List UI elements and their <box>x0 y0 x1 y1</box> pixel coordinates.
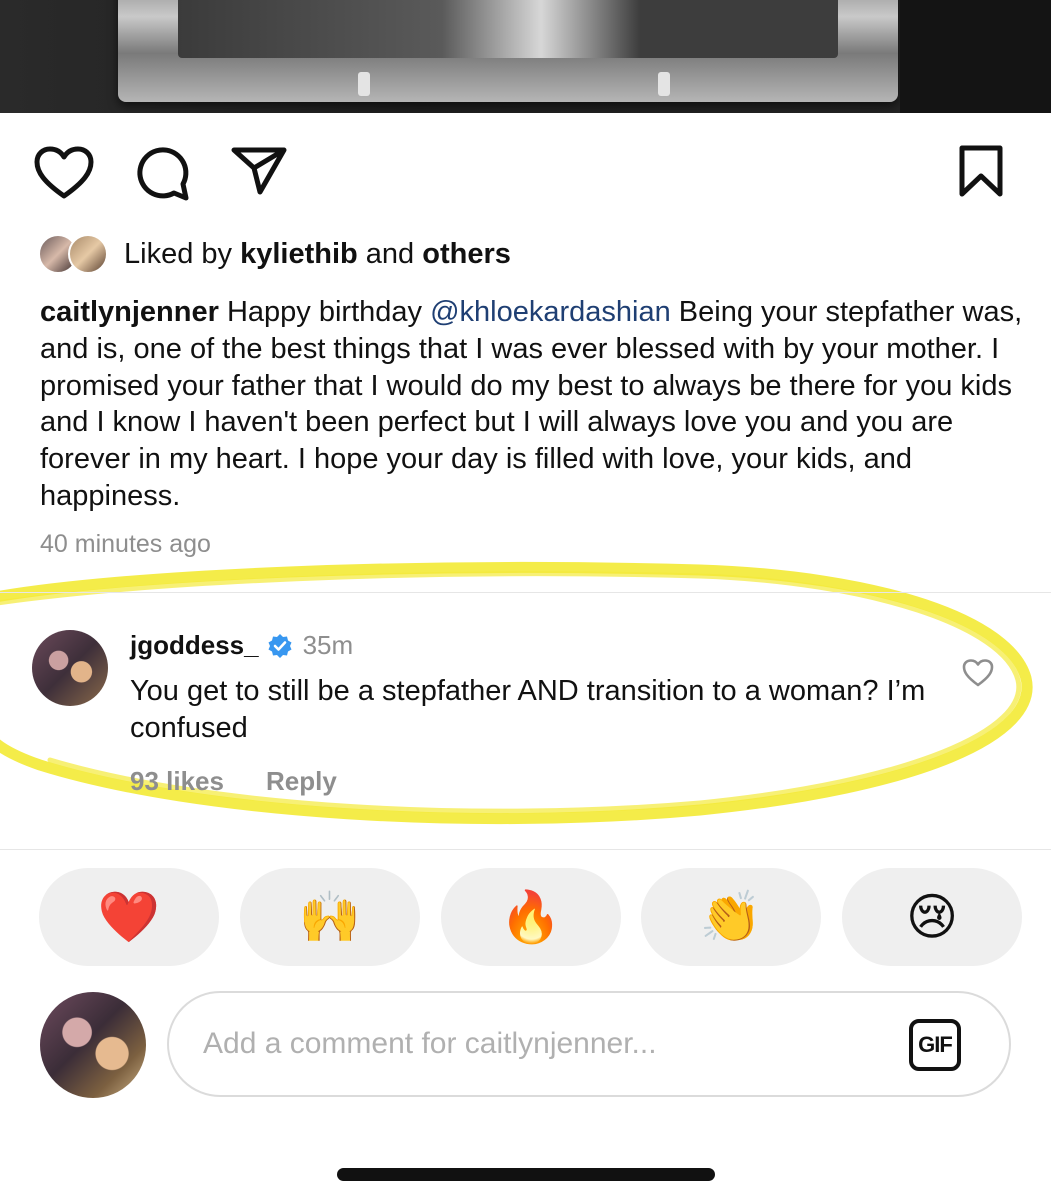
liked-by-others[interactable]: others <box>422 238 511 270</box>
comment-header: jgoddess_ 35m <box>130 630 353 661</box>
reaction-fire-button[interactable]: 🔥 <box>441 868 621 966</box>
post-image[interactable] <box>0 0 1051 113</box>
heart-icon[interactable] <box>34 146 94 200</box>
reply-button[interactable]: Reply <box>266 766 337 797</box>
commenter-avatar[interactable] <box>32 630 108 706</box>
comment-meta: 93 likes Reply <box>130 766 337 797</box>
reaction-heart-button[interactable]: ❤️ <box>39 868 219 966</box>
quick-reactions-bar: ❤️ 🙌 🔥 👏 😢 <box>0 868 1051 966</box>
caption-mention[interactable]: @khloekardashian <box>430 296 671 328</box>
comment-like-heart-icon[interactable] <box>962 658 994 688</box>
comment-likes[interactable]: 93 likes <box>130 766 224 797</box>
post-caption: caitlynjenner Happy birthday @khloekarda… <box>40 294 1030 515</box>
reaction-clap-button[interactable]: 👏 <box>641 868 821 966</box>
verified-badge-icon <box>268 633 292 658</box>
caption-username[interactable]: caitlynjenner <box>40 296 219 328</box>
photo-frame-inner <box>178 0 838 58</box>
frame-detail <box>658 72 670 96</box>
comment-text: You get to still be a stepfather AND tra… <box>130 675 926 744</box>
liked-by-text: Liked by kyliethib and others <box>124 238 511 271</box>
liked-by-row[interactable]: Liked by kyliethib and others <box>38 232 511 276</box>
photo-background <box>900 0 1051 113</box>
comment-time: 35m <box>302 630 354 660</box>
photo-frame <box>118 0 898 102</box>
liked-by-and: and <box>365 237 415 270</box>
reaction-raised-hands-button[interactable]: 🙌 <box>240 868 420 966</box>
comment-username[interactable]: jgoddess_ <box>130 630 259 661</box>
liker-avatar <box>68 234 108 274</box>
home-indicator[interactable] <box>337 1168 715 1181</box>
frame-detail <box>358 72 370 96</box>
comment-input[interactable] <box>201 1026 895 1062</box>
gif-button[interactable]: GIF <box>909 1019 961 1071</box>
caption-text: Happy birthday <box>226 296 423 328</box>
bookmark-icon[interactable] <box>958 144 1004 198</box>
current-user-avatar[interactable] <box>40 992 146 1098</box>
post-timestamp: 40 minutes ago <box>40 530 211 558</box>
comment-icon[interactable] <box>134 146 190 202</box>
reaction-crying-button[interactable]: 😢 <box>842 868 1022 966</box>
comment-composer[interactable]: GIF <box>167 991 1011 1097</box>
caption-text: Being your stepfather was, and is, one o… <box>40 296 1023 512</box>
divider <box>0 849 1051 850</box>
liked-by-username[interactable]: kyliethib <box>240 238 358 270</box>
divider <box>0 592 1051 593</box>
liked-by-prefix: Liked by <box>124 237 233 270</box>
share-icon[interactable] <box>230 146 288 196</box>
